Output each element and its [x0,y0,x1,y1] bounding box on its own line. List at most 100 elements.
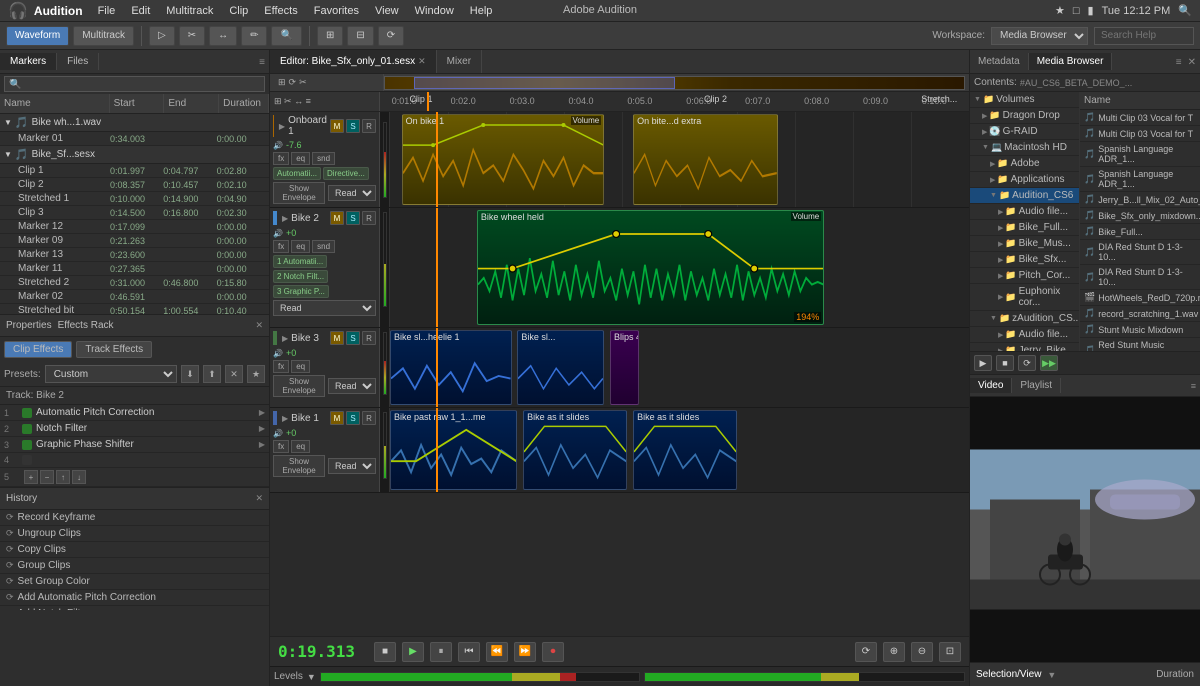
folder-audition-cs6[interactable]: ▼ 📁 Audition_CS6 [970,188,1079,204]
history-item[interactable]: ⟳Copy Clips [0,542,269,558]
effect-power-4[interactable] [22,455,32,465]
effect-badge[interactable]: Directive... [323,167,369,180]
transport-pause[interactable]: ⏸ [430,642,452,662]
menu-help[interactable]: Help [463,3,500,19]
fx-btn-bike2[interactable]: fx [273,240,289,253]
effect-badge-1[interactable]: 1 Automatii... [273,255,327,268]
folder-g-raid[interactable]: ▶ 💽 G-RAID [970,124,1079,140]
tool-razor[interactable]: ✂ [179,26,205,46]
folder-bike-full[interactable]: ▶ 📁 Bike_Full... [970,220,1079,236]
marker-group-2[interactable]: ▼ 🎵 Bike_Sf...sesx [0,146,269,164]
editor-tab-close[interactable]: ✕ [418,56,426,67]
transport-rewind[interactable]: ⏮ [458,642,480,662]
track-mute-onboard1[interactable]: M [330,119,344,133]
folder-audio-file[interactable]: ▶ 📁 Audio file... [970,204,1079,220]
clip-bike1-1[interactable]: Bike past raw 1_1...me [390,410,517,490]
menu-view[interactable]: View [368,3,406,19]
marker-row[interactable]: Clip 20:08.3570:10.4570:02.10 [0,178,269,192]
effect-badge[interactable]: Automatii... [273,167,321,180]
clip-onboard1-1[interactable]: On bike 1 Volume [402,114,605,205]
effect-remove-btn[interactable]: − [40,470,54,484]
menu-clip[interactable]: Clip [222,3,255,19]
tool-select[interactable]: ▷ [149,26,175,46]
track-record-bike3[interactable]: R [362,331,376,345]
track-arrow-bike3[interactable]: ▶ [282,334,288,343]
effect-badge-3[interactable]: 3 Graphic P... [273,285,329,298]
effect-power-1[interactable] [22,408,32,418]
zoom-fit-btn[interactable]: ⊡ [939,642,961,662]
tab-markers[interactable]: Markers [0,53,57,70]
clip-bike2-1[interactable]: Bike wheel held Volume [477,210,824,325]
transport-record[interactable]: ⏺ [542,642,564,662]
clip-onboard1-2[interactable]: On bite...d extra [633,114,778,205]
loop-btn[interactable]: ⟳ [378,26,404,46]
menu-favorites[interactable]: Favorites [307,3,366,19]
effect-power-3[interactable] [22,440,32,450]
track-record-bike2[interactable]: R [362,211,376,225]
file-item[interactable]: 🎵Bike_Full... [1080,224,1200,240]
marker-row[interactable]: Marker 130:23.6000:00.00 [0,248,269,262]
tool-zoom[interactable]: 🔍 [271,26,301,46]
tab-media-browser[interactable]: Media Browser [1029,53,1113,70]
waveform-btn[interactable]: Waveform [6,26,69,46]
menu-edit[interactable]: Edit [124,3,157,19]
levels-dropdown-icon[interactable]: ▼ [307,672,316,682]
read-select-onboard1[interactable]: Read [328,185,376,201]
file-item[interactable]: 🎵Spanish Language ADR_1... [1080,167,1200,192]
right-panel-close-icon[interactable]: ✕ [1188,57,1196,68]
loop-btn-transport[interactable]: ⟳ [855,642,877,662]
mb-loop-btn[interactable]: ⟳ [1018,355,1036,371]
eq-btn-bike1[interactable]: eq [291,440,310,453]
search-icon[interactable]: 🔍 [1178,4,1192,17]
marker-row[interactable]: Marker 120:17.0990:00.00 [0,220,269,234]
clip-effects-btn[interactable]: Clip Effects [4,341,72,358]
menu-multitrack[interactable]: Multitrack [159,3,220,19]
marker-row[interactable]: Clip 30:14.5000:16.8000:02.30 [0,206,269,220]
tool-pencil[interactable]: ✏ [241,26,267,46]
show-envelope-btn-bike3[interactable]: Show Envelope [273,375,325,397]
file-item[interactable]: 🎵Multi Clip 03 Vocal for T [1080,126,1200,142]
file-item[interactable]: 🎵Spanish Language ADR_1... [1080,142,1200,167]
menu-window[interactable]: Window [408,3,461,19]
effect-arrow-1[interactable]: ▶ [259,408,265,417]
mb-play-btn[interactable]: ▶ [974,355,992,371]
show-envelope-btn-onboard1[interactable]: Show Envelope [273,182,325,204]
presets-select[interactable]: Custom [45,365,177,383]
fx-btn-onboard1[interactable]: fx [273,152,289,165]
track-solo-bike1[interactable]: S [346,411,360,425]
mb-autoplay-btn[interactable]: ▶▶ [1040,355,1058,371]
marker-row[interactable]: Marker 020:46.5910:00.00 [0,290,269,304]
folder-adobe[interactable]: ▶ 📁 Adobe [970,156,1079,172]
file-item[interactable]: 🎵Bike_Sfx_only_mixdown... [1080,208,1200,224]
folder-bike-mus[interactable]: ▶ 📁 Bike_Mus... [970,236,1079,252]
track-solo-onboard1[interactable]: S [346,119,360,133]
history-item[interactable]: ⟳Group Clips [0,558,269,574]
tab-playlist[interactable]: Playlist [1012,378,1061,393]
selection-view-menu[interactable]: ▼ [1047,670,1056,680]
history-item[interactable]: ⟳Add Notch Filter [0,606,269,610]
marker-row[interactable]: Stretched 20:31.0000:46.8000:15.80 [0,276,269,290]
marker-row[interactable]: Marker 110:27.3650:00.00 [0,262,269,276]
history-close[interactable]: ✕ [255,493,263,504]
file-item[interactable]: 🎬HotWheels_RedD_720p.r... [1080,290,1200,306]
marker-group-1[interactable]: ▼ 🎵 Bike wh...1.wav [0,114,269,132]
folder-euphonix[interactable]: ▶ 📁 Euphonix cor... [970,284,1079,311]
clip-bike1-3[interactable]: Bike as it slides [633,410,737,490]
transport-play[interactable]: ▶ [402,642,424,662]
snap-btn[interactable]: ⊞ [317,26,343,46]
track-mute-bike1[interactable]: M [330,411,344,425]
markers-search-input[interactable] [4,76,265,92]
send-btn-onboard1[interactable]: snd [312,152,335,165]
eq-btn-onboard1[interactable]: eq [291,152,310,165]
tab-video[interactable]: Video [970,378,1012,393]
folder-audio-file-2[interactable]: ▶ 📁 Audio file... [970,327,1079,343]
menu-effects[interactable]: Effects [257,3,304,19]
file-item[interactable]: 🎵DIA Red Stunt D 1-3-10... [1080,240,1200,265]
eq-btn-bike2[interactable]: eq [291,240,310,253]
transport-back[interactable]: ⏪ [486,642,508,662]
menu-file[interactable]: File [91,3,123,19]
preset-fav-btn[interactable]: ★ [247,365,265,383]
folder-dragon-drop[interactable]: ▶ 📁 Dragon Drop [970,108,1079,124]
preset-import-btn[interactable]: ⬇ [181,365,199,383]
overview-btn2[interactable]: ⟳ [289,77,297,88]
